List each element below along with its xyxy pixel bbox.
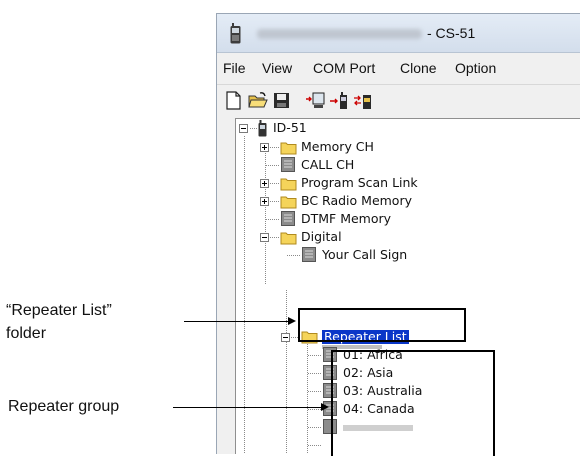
tree-item-dtmf-memory[interactable]: DTMF Memory xyxy=(301,212,391,226)
callout-repeater-group-label: Repeater group xyxy=(8,398,120,415)
menu-clone[interactable]: Clone xyxy=(400,60,437,76)
title-bar[interactable]: - CS-51 xyxy=(217,14,580,53)
callout-repeater-list-label-line2: folder xyxy=(6,325,47,342)
repeater-list-highlight-box xyxy=(298,308,466,342)
read-from-radio-icon[interactable] xyxy=(305,90,326,111)
menu-bar: File View COM Port Clone Option xyxy=(217,53,580,83)
blurred-title-text xyxy=(257,29,422,39)
arrow-repeater-list xyxy=(288,317,296,325)
toolbar xyxy=(217,84,580,117)
menu-view[interactable]: View xyxy=(262,60,292,76)
callout-repeater-list-label: “Repeater List” xyxy=(6,302,112,319)
clone-transfer-icon[interactable] xyxy=(353,90,374,111)
folder-icon xyxy=(280,178,297,191)
folder-icon xyxy=(280,142,297,155)
save-icon[interactable] xyxy=(271,90,292,111)
leader-line-repeater-list xyxy=(184,321,288,322)
menu-com-port[interactable]: COM Port xyxy=(313,60,375,76)
collapse-root-icon[interactable] xyxy=(239,124,249,134)
radio-app-icon xyxy=(230,23,241,44)
tree-root-id51[interactable]: ID-51 xyxy=(273,121,307,135)
arrow-repeater-group xyxy=(321,403,329,411)
radio-device-icon xyxy=(258,120,267,137)
open-folder-icon[interactable] xyxy=(247,90,268,111)
tree-item-memory-ch[interactable]: Memory CH xyxy=(301,140,374,154)
expand-memory-ch-icon[interactable] xyxy=(260,143,270,153)
tree-item-your-call-sign[interactable]: Your Call Sign xyxy=(322,248,407,262)
page-icon xyxy=(281,211,295,226)
tree-item-digital[interactable]: Digital xyxy=(301,230,342,244)
tree-item-program-scan-link[interactable]: Program Scan Link xyxy=(301,176,418,190)
expand-bc-radio-memory-icon[interactable] xyxy=(260,197,270,207)
menu-option[interactable]: Option xyxy=(455,60,496,76)
tree-item-bc-radio-memory[interactable]: BC Radio Memory xyxy=(301,194,412,208)
expand-program-scan-link-icon[interactable] xyxy=(260,179,270,189)
folder-icon xyxy=(280,196,297,209)
write-to-radio-icon[interactable] xyxy=(329,90,350,111)
collapse-digital-icon[interactable] xyxy=(260,233,270,243)
window-title: - CS-51 xyxy=(427,25,476,41)
page-icon xyxy=(281,157,295,172)
tree-item-call-ch[interactable]: CALL CH xyxy=(301,158,354,172)
page-icon xyxy=(302,247,316,262)
menu-file[interactable]: File xyxy=(223,60,246,76)
folder-open-icon xyxy=(280,232,297,245)
new-file-icon[interactable] xyxy=(223,90,244,111)
repeater-group-highlight-box xyxy=(331,350,495,456)
collapse-repeater-list-icon[interactable] xyxy=(281,333,291,343)
leader-line-repeater-group xyxy=(173,407,321,408)
